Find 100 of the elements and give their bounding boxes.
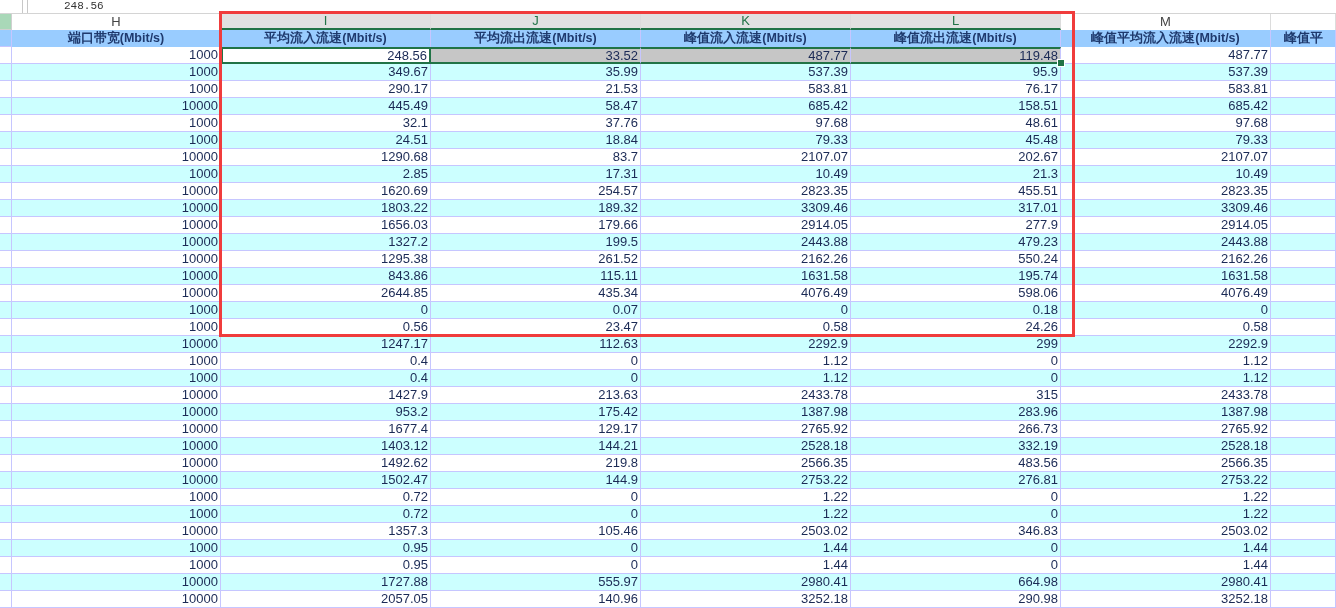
table-cell: 1.12 [641, 370, 851, 387]
row-number-cell[interactable] [0, 421, 12, 438]
table-cell: 1727.88 [221, 574, 431, 591]
table-cell: 261.52 [431, 251, 641, 268]
table-cell [1271, 81, 1336, 98]
row-number-cell[interactable] [0, 132, 12, 149]
table-cell: 2503.02 [641, 523, 851, 540]
row-number-cell[interactable] [0, 200, 12, 217]
row-number-cell[interactable] [0, 404, 12, 421]
table-cell: 1.22 [641, 489, 851, 506]
table-cell: 598.06 [851, 285, 1061, 302]
row-number-cell[interactable] [0, 591, 12, 608]
column-letter[interactable]: I [221, 14, 431, 30]
table-cell: 144.9 [431, 472, 641, 489]
row-number-cell[interactable] [0, 489, 12, 506]
row-number-cell[interactable] [0, 98, 12, 115]
row-number-cell[interactable] [0, 540, 12, 557]
column-letter[interactable]: K [641, 14, 851, 30]
table-cell [1271, 540, 1336, 557]
row-number-cell[interactable] [0, 81, 12, 98]
row-number-cell[interactable] [0, 438, 12, 455]
table-cell: 1000 [12, 353, 221, 370]
table-cell: 349.67 [221, 64, 431, 81]
table-cell: 115.11 [431, 268, 641, 285]
column-letter[interactable]: L [851, 14, 1061, 30]
row-number-cell[interactable] [0, 336, 12, 353]
row-number-cell[interactable] [0, 47, 12, 64]
column-header: 峰值流出流速(Mbit/s) [851, 30, 1061, 47]
table-cell: 1000 [12, 370, 221, 387]
row-number-cell[interactable] [0, 64, 12, 81]
table-cell [1271, 115, 1336, 132]
table-cell: 105.46 [431, 523, 641, 540]
table-cell: 1357.3 [221, 523, 431, 540]
table-cell: 0.4 [221, 353, 431, 370]
column-header: 峰值平 [1271, 30, 1336, 47]
table-cell: 277.9 [851, 217, 1061, 234]
table-cell: 1000 [12, 540, 221, 557]
table-cell: 10000 [12, 285, 221, 302]
row-number-cell[interactable] [0, 387, 12, 404]
column-letter[interactable]: J [431, 14, 641, 30]
select-all-corner[interactable] [0, 14, 12, 30]
table-cell: 1620.69 [221, 183, 431, 200]
row-number-cell[interactable] [0, 149, 12, 166]
table-cell: 10000 [12, 217, 221, 234]
table-cell: 2823.35 [641, 183, 851, 200]
table-cell: 0.72 [221, 489, 431, 506]
row-number-cell[interactable] [0, 115, 12, 132]
row-number-cell[interactable] [0, 353, 12, 370]
row-number-cell[interactable] [0, 557, 12, 574]
table-cell: 2914.05 [641, 217, 851, 234]
table-cell: 48.61 [851, 115, 1061, 132]
row-number-cell[interactable] [0, 268, 12, 285]
row-number-cell[interactable] [0, 166, 12, 183]
table-cell: 1492.62 [221, 455, 431, 472]
fill-handle[interactable] [1057, 59, 1065, 67]
table-cell [1271, 438, 1336, 455]
table-cell: 2765.92 [641, 421, 851, 438]
table-cell: 1000 [12, 166, 221, 183]
table-cell: 1000 [12, 319, 221, 336]
row-number-cell[interactable] [0, 319, 12, 336]
table-cell: 10000 [12, 591, 221, 608]
row-number-cell[interactable] [0, 506, 12, 523]
table-cell: 1290.68 [221, 149, 431, 166]
table-cell: 537.39 [1061, 64, 1271, 81]
table-cell [1271, 557, 1336, 574]
formula-field[interactable]: 248.56 [27, 0, 1336, 13]
table-cell [1271, 489, 1336, 506]
table-cell: 0.72 [221, 506, 431, 523]
table-cell: 1.22 [641, 506, 851, 523]
table-cell: 0 [641, 302, 851, 319]
table-cell: 10000 [12, 268, 221, 285]
row-number-cell[interactable] [0, 370, 12, 387]
table-cell: 32.1 [221, 115, 431, 132]
table-cell: 0 [431, 489, 641, 506]
row-number-cell [0, 30, 12, 47]
table-cell: 10000 [12, 98, 221, 115]
table-cell: 1.22 [1061, 506, 1271, 523]
table-cell: 10000 [12, 404, 221, 421]
table-cell: 479.23 [851, 234, 1061, 251]
row-number-cell[interactable] [0, 455, 12, 472]
row-number-cell[interactable] [0, 523, 12, 540]
table-cell [1271, 217, 1336, 234]
table-cell: 195.74 [851, 268, 1061, 285]
table-cell [1271, 183, 1336, 200]
table-cell: 10000 [12, 523, 221, 540]
row-number-cell[interactable] [0, 251, 12, 268]
row-number-cell[interactable] [0, 234, 12, 251]
table-cell: 4076.49 [641, 285, 851, 302]
table-cell: 33.52 [431, 47, 641, 64]
row-number-cell[interactable] [0, 183, 12, 200]
row-number-cell[interactable] [0, 472, 12, 489]
row-number-cell[interactable] [0, 302, 12, 319]
row-number-cell[interactable] [0, 285, 12, 302]
row-number-cell[interactable] [0, 574, 12, 591]
table-cell: 346.83 [851, 523, 1061, 540]
table-cell: 2566.35 [1061, 455, 1271, 472]
table-cell [1271, 251, 1336, 268]
table-cell: 0 [1061, 302, 1271, 319]
row-number-cell[interactable] [0, 217, 12, 234]
table-cell: 10000 [12, 472, 221, 489]
